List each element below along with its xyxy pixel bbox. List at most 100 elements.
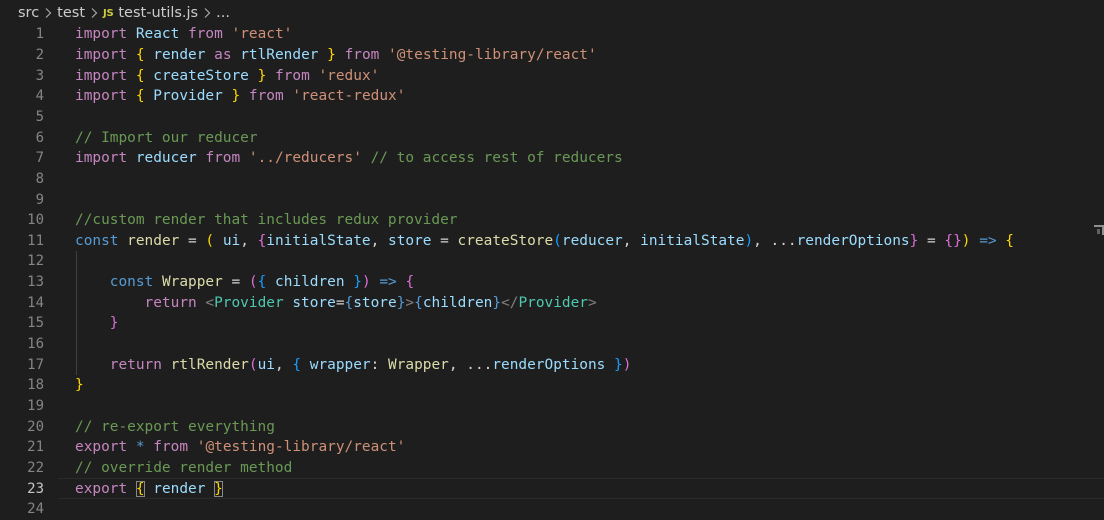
- code-token: }: [353, 274, 362, 290]
- code-token: [214, 233, 223, 249]
- line-number: 6: [0, 130, 44, 146]
- breadcrumb-item-file[interactable]: test-utils.js: [118, 5, 198, 21]
- code-token: [127, 26, 136, 42]
- code-token: =: [336, 295, 345, 311]
- code-token: =>: [979, 233, 996, 249]
- code-token: React: [136, 26, 179, 42]
- code-token: *: [136, 439, 145, 455]
- code-line[interactable]: 16: [0, 334, 1104, 355]
- code-token: [240, 88, 249, 104]
- code-token: import: [75, 68, 127, 84]
- code-line[interactable]: 5: [0, 107, 1104, 128]
- code-token: store: [292, 295, 335, 311]
- line-number: 23: [0, 481, 44, 497]
- code-text: //custom render that includes redux prov…: [75, 212, 457, 228]
- code-line[interactable]: 10//custom render that includes redux pr…: [0, 210, 1104, 231]
- code-token: [127, 88, 136, 104]
- code-token: [127, 481, 136, 497]
- code-line[interactable]: 1import React from 'react': [0, 24, 1104, 45]
- code-token: :: [371, 357, 388, 373]
- code-token: [336, 47, 345, 63]
- code-token: initialState: [640, 233, 744, 249]
- code-line[interactable]: 13 const Wrapper = ({ children }) => {: [0, 272, 1104, 293]
- code-token: //custom render that includes redux prov…: [75, 212, 457, 228]
- code-line[interactable]: 21export * from '@testing-library/react': [0, 437, 1104, 458]
- line-number: 3: [0, 68, 44, 84]
- line-number: 2: [0, 47, 44, 63]
- code-token: }: [75, 377, 84, 393]
- code-token: [223, 26, 232, 42]
- code-token: // Import our reducer: [75, 130, 258, 146]
- code-token: // to access rest of reducers: [371, 150, 623, 166]
- code-line[interactable]: 12: [0, 251, 1104, 272]
- code-line[interactable]: 20// re-export everything: [0, 416, 1104, 437]
- code-token: {}: [944, 233, 961, 249]
- code-token: {: [136, 47, 145, 63]
- line-number: 7: [0, 150, 44, 166]
- code-text: import reducer from '../reducers' // to …: [75, 150, 623, 166]
- code-token: =: [431, 233, 457, 249]
- code-token: store: [388, 233, 431, 249]
- code-token: </: [501, 295, 518, 311]
- code-line[interactable]: 7 import reducer from '../reducers' // to…: [0, 148, 1104, 169]
- breadcrumb-item-src[interactable]: src: [18, 5, 39, 21]
- code-line[interactable]: 19: [0, 396, 1104, 417]
- code-line[interactable]: 8: [0, 169, 1104, 190]
- code-line[interactable]: 18}: [0, 375, 1104, 396]
- code-token: children: [275, 274, 345, 290]
- code-text: // Import our reducer: [75, 130, 258, 146]
- code-token: [362, 150, 371, 166]
- code-line[interactable]: 15 }: [0, 313, 1104, 334]
- code-token: renderOptions: [797, 233, 910, 249]
- code-token: [266, 68, 275, 84]
- code-token: initialState: [266, 233, 370, 249]
- line-number: 20: [0, 419, 44, 435]
- code-token: wrapper: [310, 357, 371, 373]
- code-line[interactable]: 3import { createStore } from 'redux': [0, 65, 1104, 86]
- code-text: export * from '@testing-library/react': [75, 439, 405, 455]
- code-token: createStore: [153, 68, 249, 84]
- code-line[interactable]: 6 // Import our reducer: [0, 127, 1104, 148]
- code-line[interactable]: 23export { render }: [0, 478, 1104, 499]
- code-token: }: [258, 68, 267, 84]
- code-token: (: [249, 274, 258, 290]
- code-token: Provider: [518, 295, 588, 311]
- code-token: renderOptions: [492, 357, 605, 373]
- code-line[interactable]: 9: [0, 189, 1104, 210]
- code-token: import: [75, 150, 127, 166]
- code-line[interactable]: 14 return <Provider store={store}>{child…: [0, 292, 1104, 313]
- line-number: 11: [0, 233, 44, 249]
- code-token: , ...: [449, 357, 492, 373]
- breadcrumb-item-symbols[interactable]: ...: [216, 5, 230, 21]
- breadcrumb-item-test[interactable]: test: [57, 5, 85, 21]
- code-token: {: [405, 274, 414, 290]
- code-line[interactable]: 17 return rtlRender(ui, { wrapper: Wrapp…: [0, 354, 1104, 375]
- code-token: '@testing-library/react': [197, 439, 406, 455]
- line-number: 4: [0, 88, 44, 104]
- code-token: {: [345, 295, 354, 311]
- code-text: import React from 'react': [75, 26, 292, 42]
- code-line[interactable]: 24: [0, 499, 1104, 520]
- code-line[interactable]: 4import { Provider } from 'react-redux': [0, 86, 1104, 107]
- code-token: import: [75, 26, 127, 42]
- code-token: {: [258, 233, 267, 249]
- code-line[interactable]: 2import { render as rtlRender } from '@t…: [0, 45, 1104, 66]
- code-token: as: [214, 47, 231, 63]
- code-token: {: [258, 274, 267, 290]
- code-token: const: [75, 233, 118, 249]
- code-line[interactable]: 22// override render method: [0, 458, 1104, 479]
- code-token: store: [353, 295, 396, 311]
- code-editor[interactable]: 1import React from 'react'2import { rend…: [0, 24, 1104, 508]
- line-number: 24: [0, 501, 44, 517]
- overview-ruler-marker: [1094, 225, 1104, 235]
- code-token: children: [423, 295, 493, 311]
- code-token: [127, 439, 136, 455]
- code-token: from: [275, 68, 310, 84]
- code-token: import: [75, 88, 127, 104]
- code-text: }: [75, 315, 118, 331]
- code-token: (: [553, 233, 562, 249]
- code-token: [205, 481, 214, 497]
- code-token: [127, 150, 136, 166]
- code-text: }: [75, 377, 84, 393]
- code-line[interactable]: 11const render = ( ui, {initialState, st…: [0, 231, 1104, 252]
